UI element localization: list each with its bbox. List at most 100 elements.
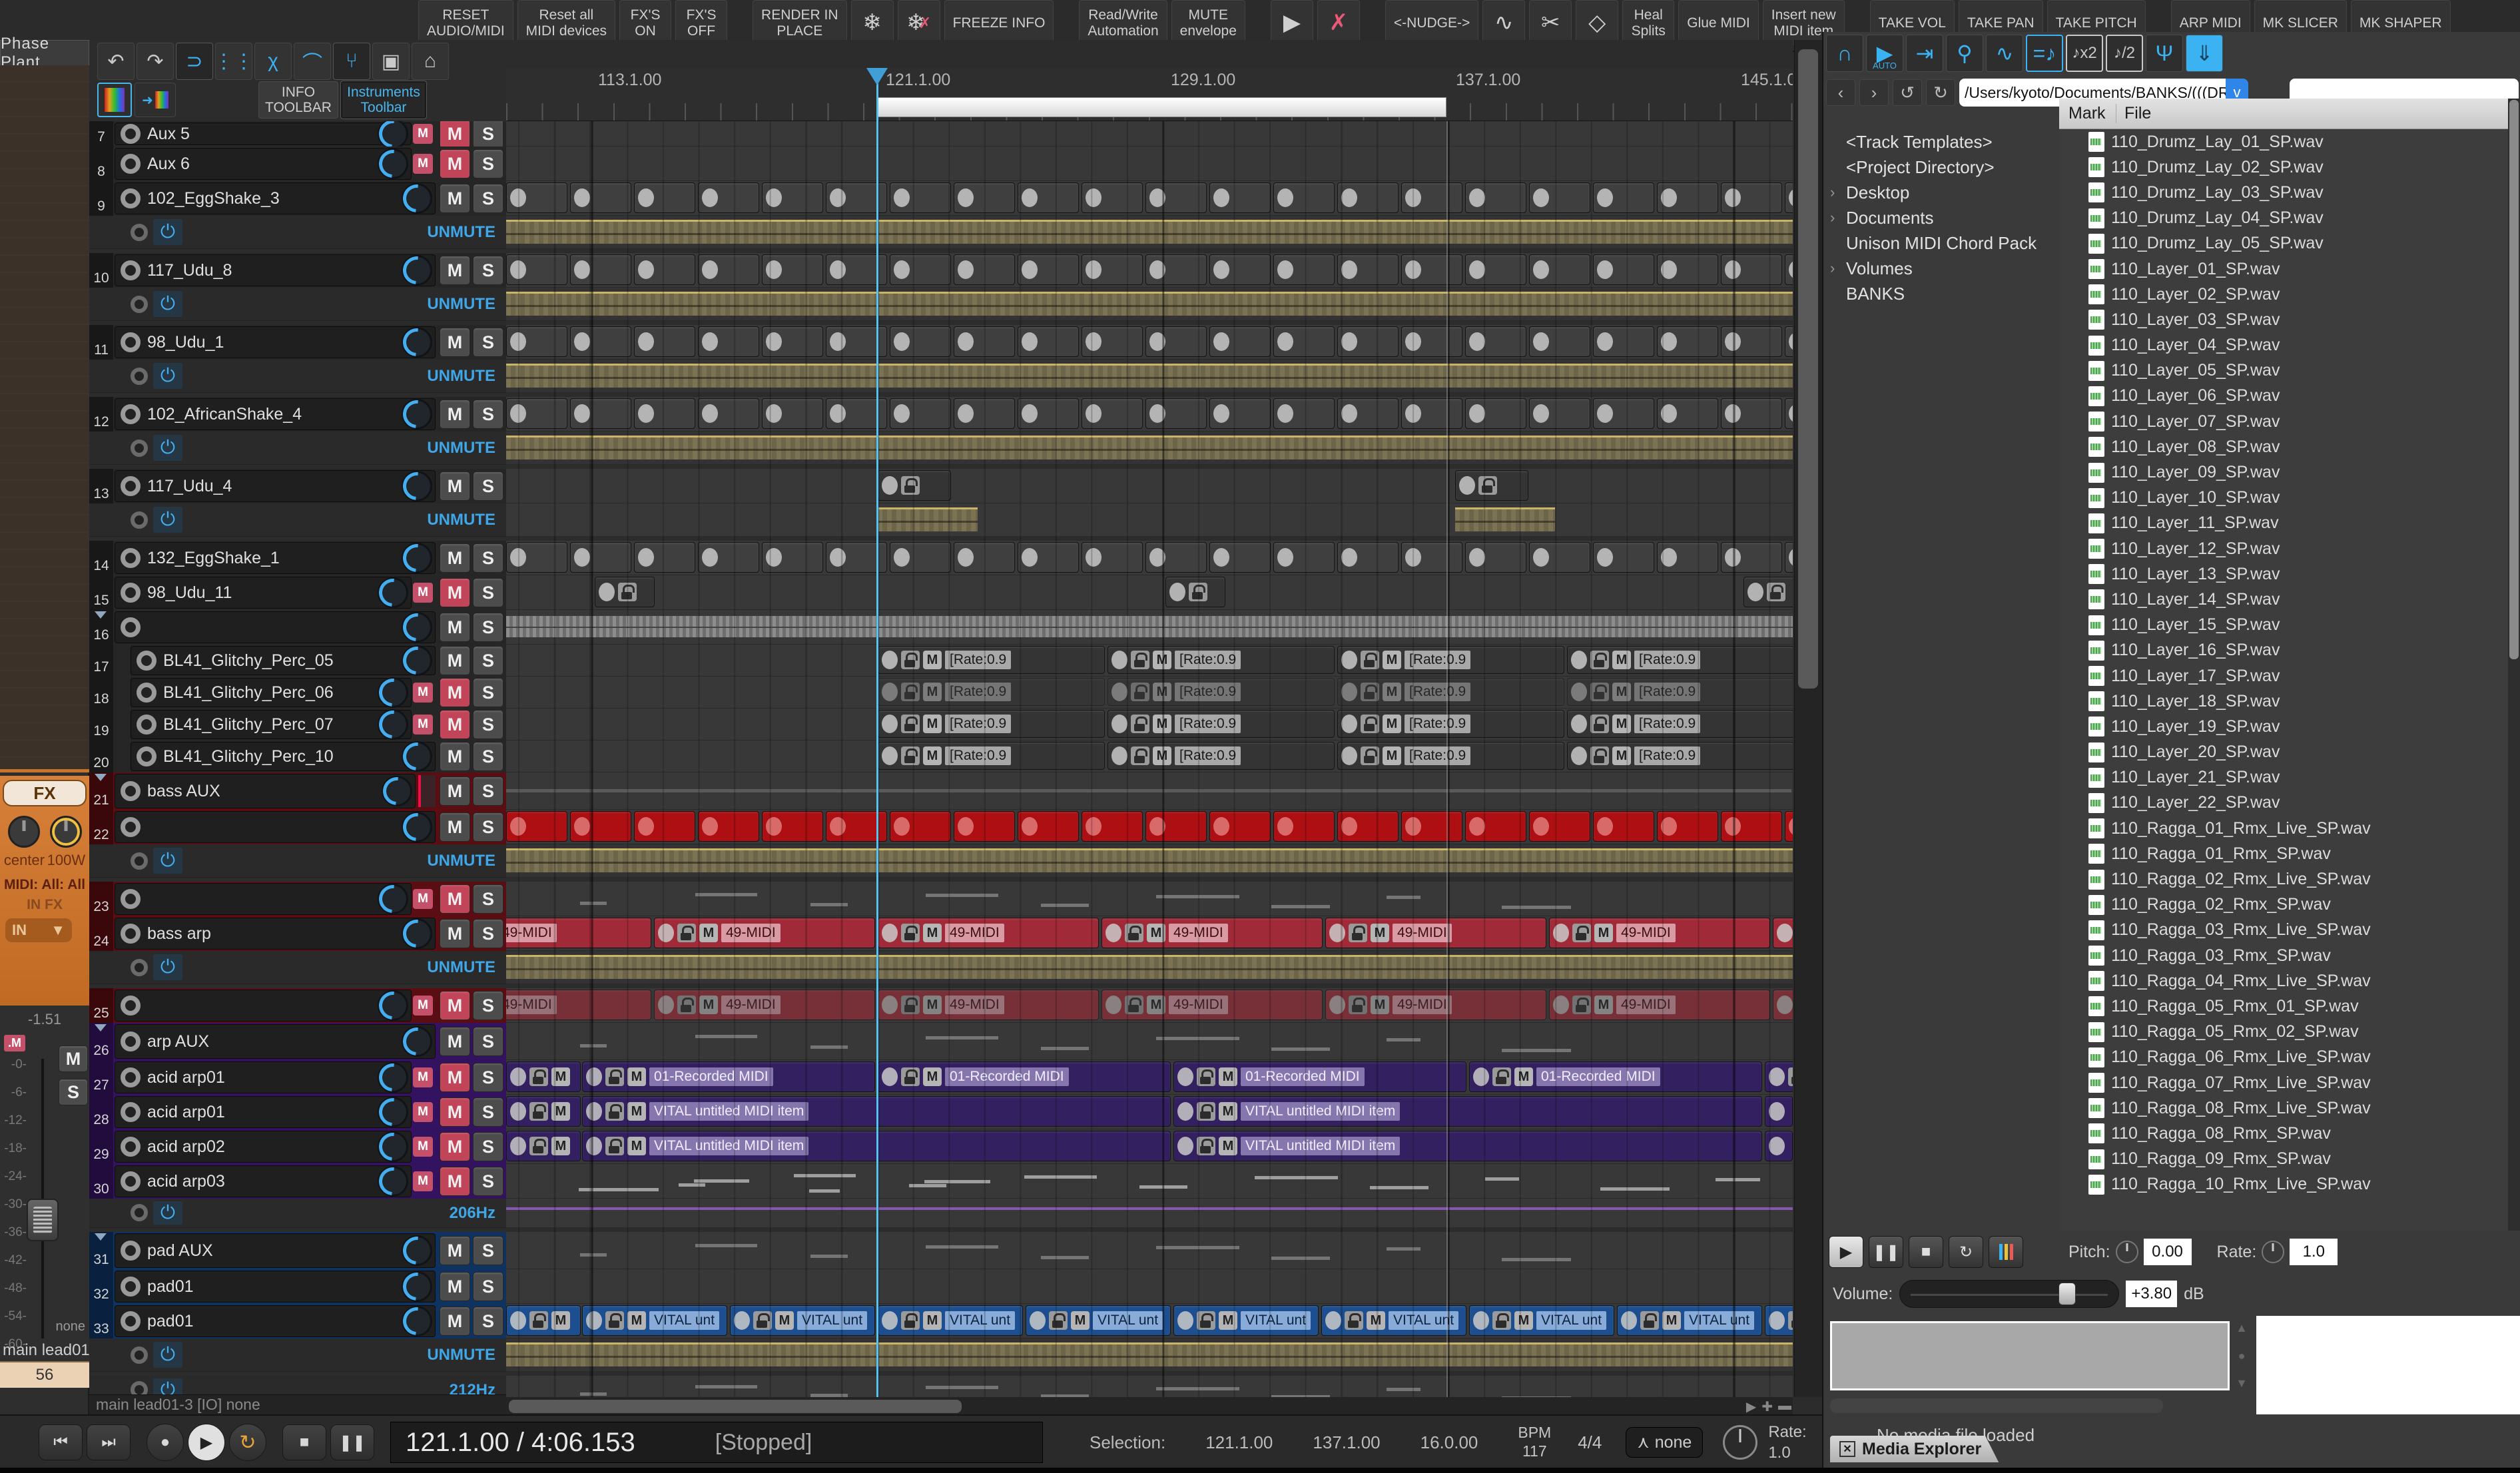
track-number[interactable]: 19: [89, 709, 113, 740]
record-arm-button[interactable]: [121, 260, 141, 280]
track-row[interactable]: 25MMS: [89, 988, 506, 1023]
record-arm-button[interactable]: [121, 476, 141, 496]
item-mute-icon[interactable]: [1149, 260, 1165, 279]
envelope-bypass-button[interactable]: ⏻: [153, 1201, 182, 1224]
media-item[interactable]: [1785, 254, 1793, 285]
track-name[interactable]: 98_Udu_1: [147, 333, 402, 352]
media-item[interactable]: [1401, 398, 1462, 429]
media-item[interactable]: M49-MIDI: [1102, 918, 1323, 948]
media-item[interactable]: MVITAL unt: [1026, 1305, 1171, 1336]
item-mute-icon[interactable]: [1533, 817, 1549, 836]
media-item[interactable]: [1465, 542, 1526, 573]
track-row[interactable]: 27acid arp01MMS: [89, 1060, 506, 1095]
arrange-view[interactable]: 113.1.00121.1.00129.1.00137.1.00145.1.00…: [506, 40, 1793, 1397]
pan-knob[interactable]: [402, 1271, 432, 1302]
item-mute-icon[interactable]: [574, 548, 590, 567]
file-row[interactable]: 110_Layer_21_SP.wav: [2059, 765, 2509, 790]
media-item[interactable]: [1743, 577, 1793, 607]
media-item[interactable]: [1657, 398, 1718, 429]
link-icon[interactable]: ⌒: [294, 43, 331, 80]
envelope-row[interactable]: ⏻212Hz: [89, 1376, 506, 1394]
track-name[interactable]: 117_Udu_8: [147, 261, 402, 280]
insert-on-bar-icon[interactable]: ⇥: [1906, 35, 1943, 72]
item-mute-icon[interactable]: [638, 188, 654, 207]
item-mute-icon[interactable]: [766, 188, 782, 207]
media-item[interactable]: M[Rate:0.9: [1337, 646, 1564, 674]
media-item[interactable]: M[Rate:0.9: [1567, 710, 1793, 738]
item-mute-icon[interactable]: [1086, 548, 1102, 567]
solo-button[interactable]: S: [473, 256, 503, 285]
solo-button[interactable]: S: [473, 1272, 503, 1301]
item-lock-icon[interactable]: [1492, 1311, 1511, 1330]
media-item[interactable]: M49-MIDI: [1773, 918, 1793, 948]
item-mute-icon[interactable]: [1149, 332, 1165, 351]
track-row[interactable]: 28acid arp01MMS: [89, 1095, 506, 1129]
envelope-arm-icon[interactable]: [131, 852, 148, 870]
item-mute-icon[interactable]: [1777, 924, 1793, 942]
item-lock-icon[interactable]: [605, 1137, 624, 1155]
item-mute-icon[interactable]: [1177, 1137, 1193, 1155]
folder-collapse-icon[interactable]: [95, 774, 107, 781]
preview-volume-slider[interactable]: [1899, 1280, 2119, 1308]
item-mute-icon[interactable]: [1533, 260, 1549, 279]
solo-button[interactable]: S: [473, 149, 503, 178]
media-item[interactable]: [570, 542, 631, 573]
media-item[interactable]: [1273, 254, 1335, 285]
item-lock-icon[interactable]: [1361, 683, 1379, 701]
file-row[interactable]: 110_Layer_04_SP.wav: [2059, 333, 2509, 358]
track-number[interactable]: 18: [89, 677, 113, 709]
item-lock-icon[interactable]: [1131, 746, 1149, 765]
pan-knob[interactable]: [378, 1166, 408, 1197]
media-item[interactable]: [1082, 254, 1143, 285]
item-lock-icon[interactable]: [1197, 1067, 1215, 1086]
envelope-link-icon[interactable]: ⑂: [333, 43, 370, 80]
item-mute-icon[interactable]: [702, 188, 718, 207]
pan-knob[interactable]: [378, 990, 408, 1021]
item-mute-icon[interactable]: [1571, 715, 1587, 733]
item-mute-icon[interactable]: [1149, 188, 1165, 207]
solo-button[interactable]: S: [473, 1307, 503, 1336]
track-row[interactable]: 8Aux 6MMS: [89, 147, 506, 181]
item-mute-icon[interactable]: [830, 188, 846, 207]
mute-button[interactable]: M: [440, 646, 470, 675]
file-row[interactable]: 110_Ragga_09_Rmx_SP.wav: [2059, 1147, 2509, 1172]
pan-knob[interactable]: [402, 399, 432, 430]
media-item[interactable]: M49-MIDI: [654, 990, 875, 1020]
item-mute-button[interactable]: M: [1371, 924, 1389, 942]
ripple-icon[interactable]: ⌂: [412, 43, 449, 80]
media-item[interactable]: M01-Recorded MIDI: [582, 1061, 875, 1092]
item-mute-icon[interactable]: [882, 715, 898, 733]
item-mute-icon[interactable]: [510, 332, 526, 351]
media-item[interactable]: [506, 254, 567, 285]
track-body[interactable]: bass arp: [115, 918, 436, 950]
media-item[interactable]: [1465, 254, 1526, 285]
item-mute-icon[interactable]: [766, 260, 782, 279]
file-row[interactable]: 110_Layer_11_SP.wav: [2059, 511, 2509, 536]
item-mute-icon[interactable]: [1473, 1067, 1489, 1086]
item-mute-icon[interactable]: [1469, 548, 1485, 567]
item-mute-icon[interactable]: [1459, 476, 1475, 495]
mute-button[interactable]: M: [440, 578, 470, 607]
tempo-half-icon[interactable]: ♪/2: [2106, 35, 2143, 72]
parent-mute-badge[interactable]: M: [413, 889, 433, 909]
pan-knob[interactable]: [378, 121, 408, 149]
media-item[interactable]: [890, 326, 951, 357]
info-toolbar-button[interactable]: INFO TOOLBAR: [258, 81, 338, 119]
item-lock-icon[interactable]: [1478, 476, 1497, 495]
file-row[interactable]: 110_Ragga_08_Rmx_SP.wav: [2059, 1121, 2509, 1146]
item-mute-icon[interactable]: [1405, 260, 1421, 279]
tempo-double-icon[interactable]: ♪x2: [2066, 35, 2103, 72]
track-name[interactable]: Aux 6: [147, 154, 378, 174]
item-mute-icon[interactable]: [1533, 548, 1549, 567]
envelope-label[interactable]: UNMUTE: [427, 367, 495, 386]
media-item[interactable]: M[Rate:0.9: [1337, 678, 1564, 706]
media-item[interactable]: MVITAL untitled MIDI item: [1173, 1131, 1762, 1161]
file-row[interactable]: 110_Ragga_04_Rmx_Live_SP.wav: [2059, 968, 2509, 994]
item-mute-icon[interactable]: [1277, 188, 1293, 207]
envelope-arm-icon[interactable]: [131, 1346, 148, 1364]
item-mute-icon[interactable]: [1553, 924, 1569, 942]
track-number[interactable]: 9: [89, 181, 113, 216]
item-mute-icon[interactable]: [766, 548, 782, 567]
timeline-ruler[interactable]: 113.1.00121.1.00129.1.00137.1.00145.1.00: [506, 68, 1793, 121]
sidebar-item--track-templates-[interactable]: <Track Templates>: [1823, 129, 2059, 154]
